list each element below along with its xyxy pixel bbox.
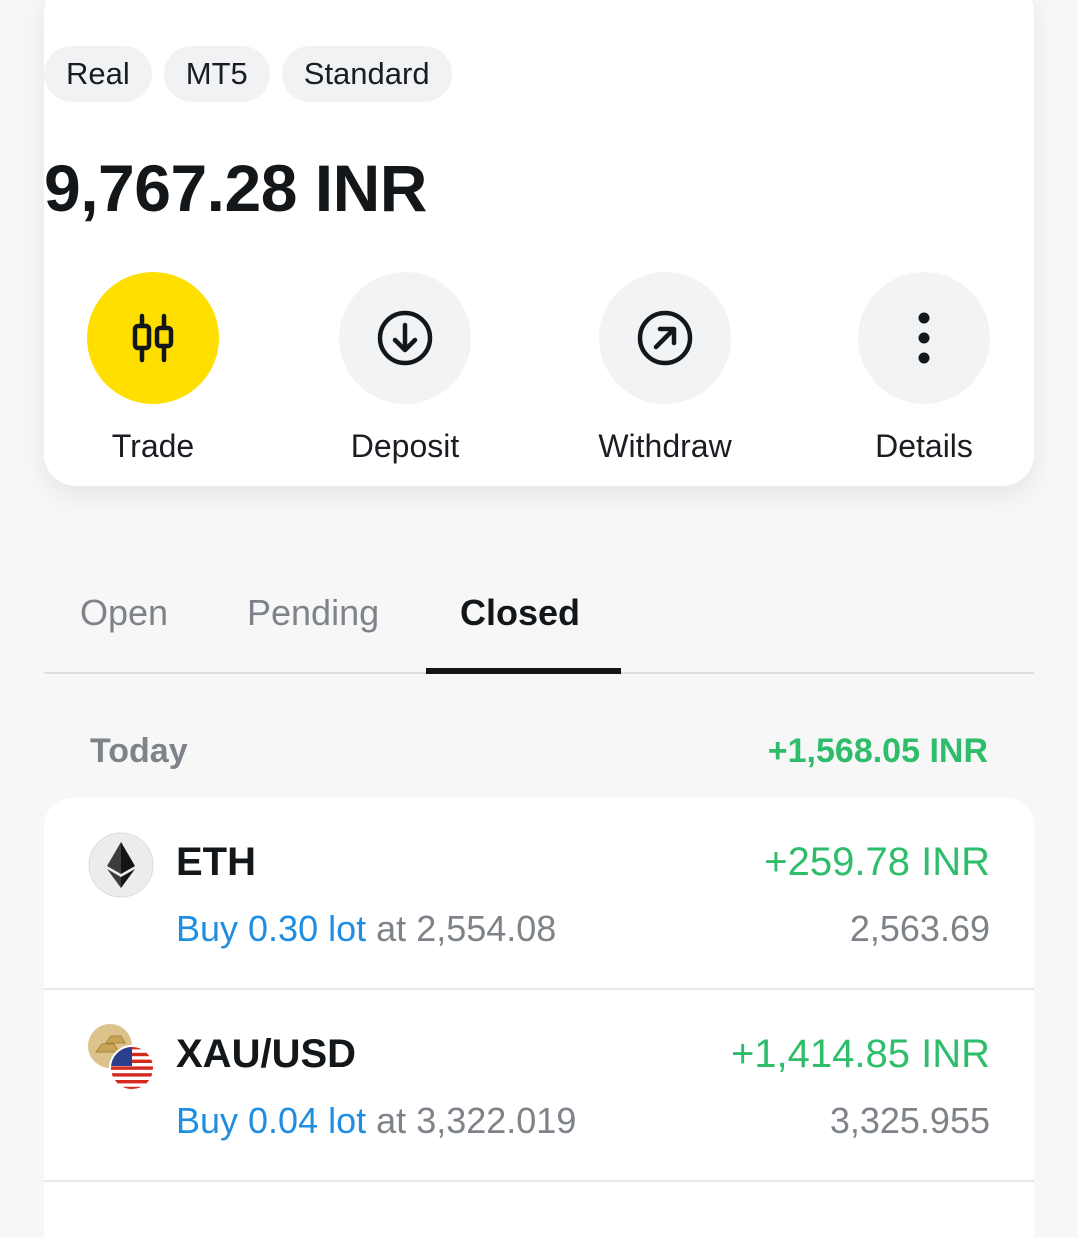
arrow-up-right-circle-icon [637, 310, 693, 366]
trade-close-price: 3,325.955 [829, 1100, 990, 1141]
tag-platform: MT5 [163, 46, 270, 102]
account-tags: Real MT5 Standard [44, 46, 452, 102]
details-button[interactable]: Details [824, 272, 1024, 465]
arrow-down-circle-icon [377, 310, 433, 366]
details-button-circle[interactable] [858, 272, 990, 404]
tab-open[interactable]: Open [80, 592, 168, 634]
tag-account-type: Standard [281, 46, 452, 102]
trade-label: Trade [111, 428, 195, 464]
withdraw-label: Withdraw [598, 428, 732, 464]
details-label: Details [875, 428, 973, 464]
deposit-button-circle[interactable] [339, 272, 471, 404]
tab-closed[interactable]: Closed [460, 592, 580, 634]
ethereum-icon [88, 832, 154, 898]
trade-symbol: ETH [176, 840, 256, 884]
trade-detail: Buy 0.04 lot at 3,322.019 [176, 1100, 576, 1142]
deposit-button[interactable]: Deposit [305, 272, 505, 465]
trade-close-price: 2,563.69 [849, 908, 990, 949]
tab-pending[interactable]: Pending [247, 592, 379, 634]
trade-button[interactable]: Trade [53, 272, 253, 465]
trade-symbol: XAU/USD [176, 1032, 357, 1076]
section-date-label: Today [90, 732, 188, 770]
trade-row[interactable]: XAU/USD Buy 0.04 lot at 3,322.019 +1,414… [44, 990, 1034, 1182]
account-balance: 9,767.28 INR [44, 151, 427, 225]
withdraw-button[interactable]: Withdraw [565, 272, 765, 465]
tag-real: Real [44, 46, 152, 102]
trade-button-circle[interactable] [87, 272, 219, 404]
orders-tabs: Open Pending Closed [44, 570, 1034, 674]
trade-pnl: +259.78 INR [764, 840, 990, 884]
trade-at-label: at [376, 908, 407, 949]
trade-pnl: +1,414.85 INR [730, 1032, 990, 1076]
gold-usd-icon [88, 1024, 155, 1091]
trade-open-price: 2,554.08 [416, 908, 557, 949]
section-total-pnl: +1,568.05 INR [767, 732, 988, 770]
candlestick-icon [132, 313, 174, 363]
trade-side-lot: Buy 0.04 lot [176, 1100, 367, 1141]
trade-at-label: at [376, 1100, 407, 1141]
closed-trades-list: ETH Buy 0.30 lot at 2,554.08 +259.78 INR… [44, 798, 1034, 1238]
more-vertical-icon [918, 312, 930, 364]
row-divider [44, 1180, 1034, 1182]
trade-row[interactable]: ETH Buy 0.30 lot at 2,554.08 +259.78 INR… [44, 798, 1034, 990]
trade-detail: Buy 0.30 lot at 2,554.08 [176, 908, 556, 950]
trade-side-lot: Buy 0.30 lot [176, 908, 367, 949]
trade-open-price: 3,322.019 [416, 1100, 577, 1141]
active-tab-indicator [426, 668, 621, 674]
withdraw-button-circle[interactable] [599, 272, 731, 404]
deposit-label: Deposit [350, 428, 460, 464]
